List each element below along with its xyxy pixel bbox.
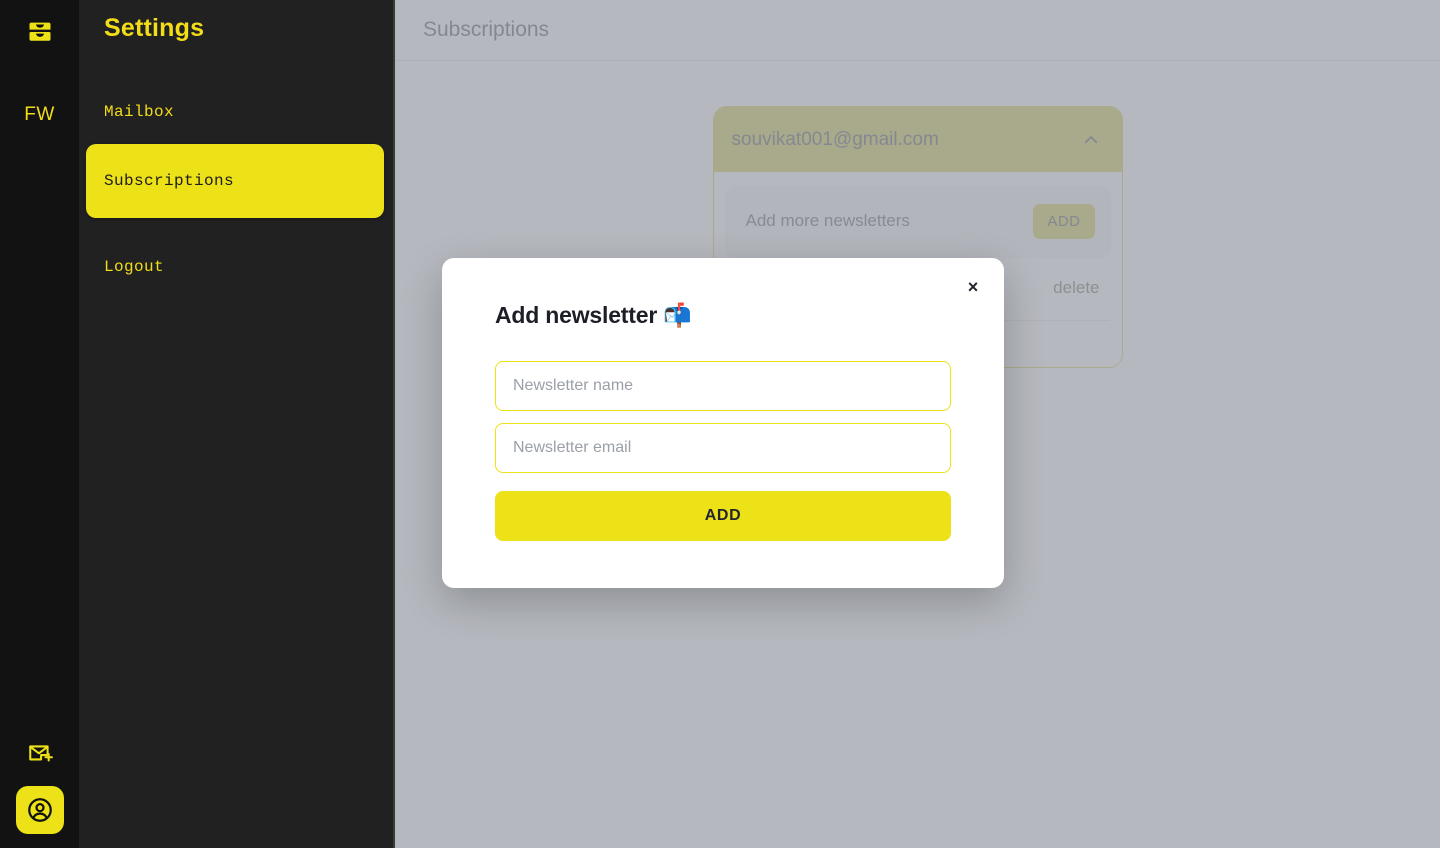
sidebar-item-logout[interactable]: Logout bbox=[104, 242, 368, 292]
close-icon[interactable]: × bbox=[960, 274, 986, 300]
mail-plus-icon[interactable] bbox=[20, 736, 60, 772]
inbox-archive-icon[interactable] bbox=[18, 12, 62, 52]
rail-bottom-actions bbox=[0, 736, 79, 834]
user-circle-icon[interactable] bbox=[15, 786, 64, 834]
sidebar-item-subscriptions[interactable]: Subscriptions bbox=[86, 144, 384, 218]
icon-rail: FW bbox=[0, 0, 79, 848]
modal-add-button[interactable]: ADD bbox=[495, 491, 951, 541]
sidebar-item-mailbox[interactable]: Mailbox bbox=[104, 87, 368, 137]
page-title: Settings bbox=[104, 14, 205, 42]
brand-initials[interactable]: FW bbox=[24, 104, 55, 126]
add-newsletter-modal: × Add newsletter 📬 ADD bbox=[442, 258, 1004, 588]
newsletter-name-input[interactable] bbox=[495, 361, 951, 411]
sidebar-nav: Mailbox Subscriptions Logout bbox=[86, 87, 384, 292]
modal-form: ADD bbox=[495, 361, 951, 541]
newsletter-email-input[interactable] bbox=[495, 423, 951, 473]
settings-sidebar: Settings Mailbox Subscriptions Logout bbox=[79, 0, 395, 848]
modal-title: Add newsletter 📬 bbox=[495, 302, 692, 328]
